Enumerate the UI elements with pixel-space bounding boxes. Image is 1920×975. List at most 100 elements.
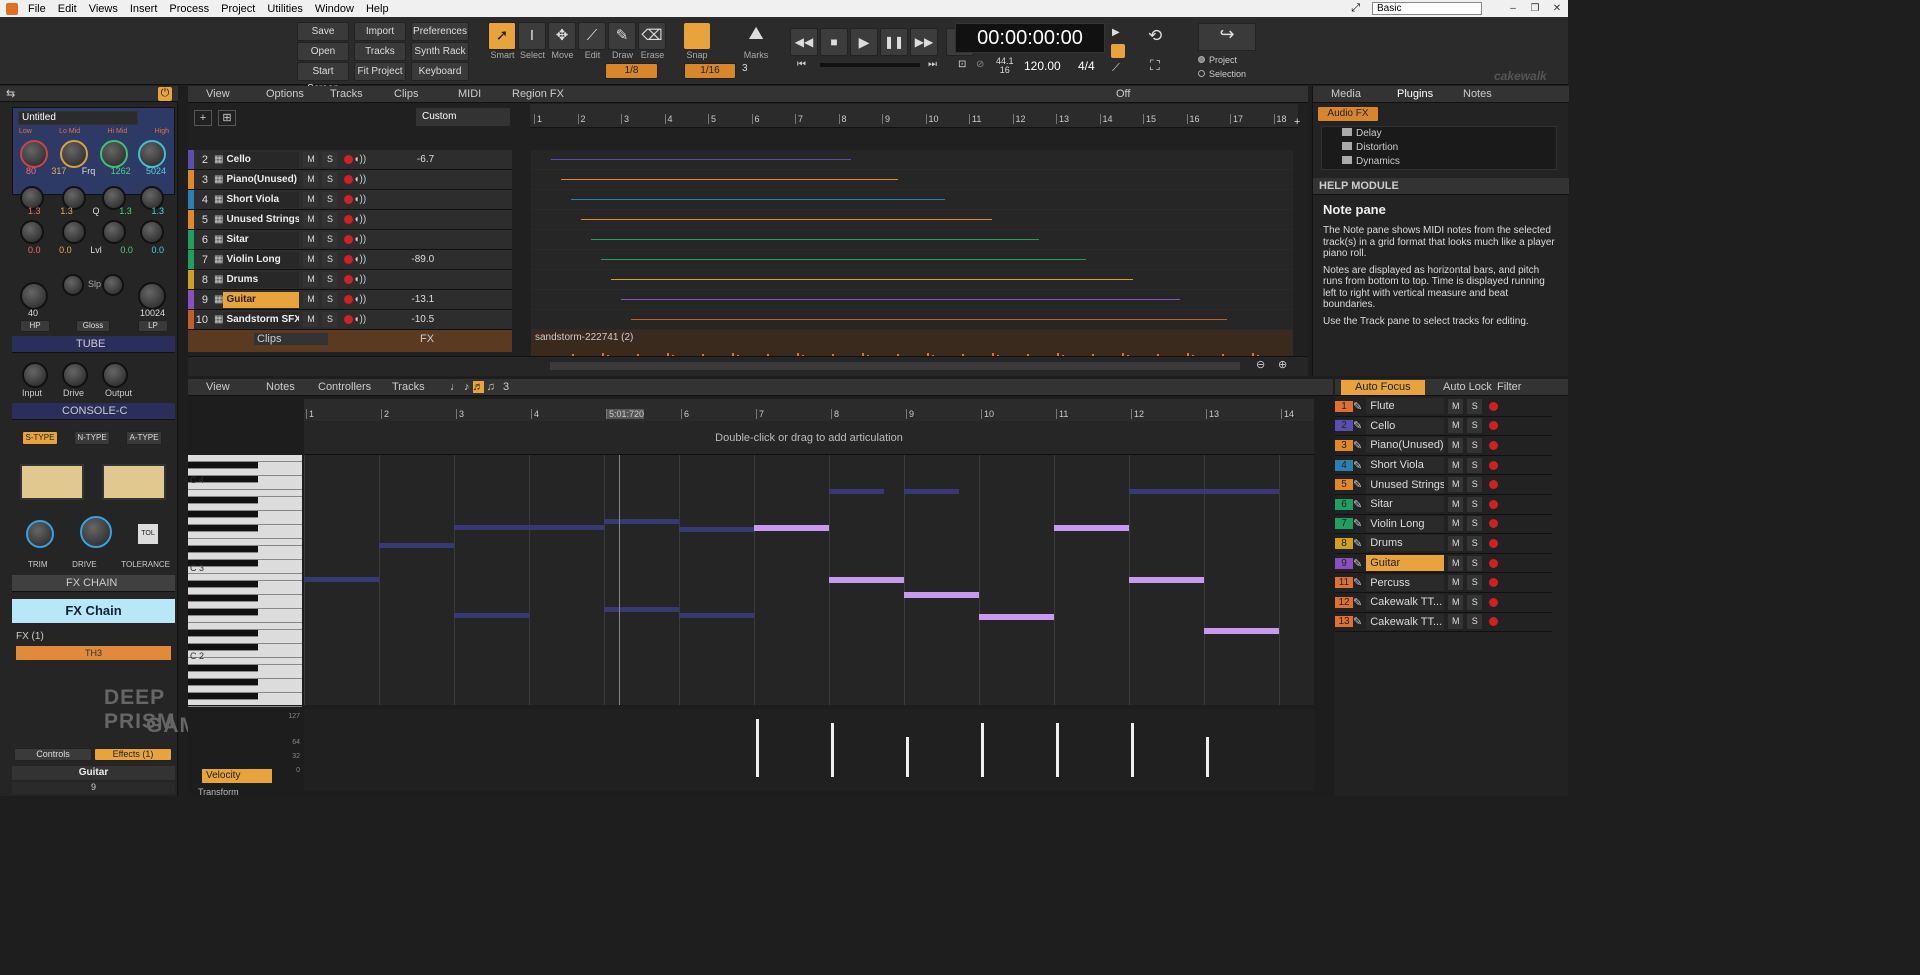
mute-button[interactable]: M	[303, 292, 319, 307]
pr-record-button[interactable]	[1489, 401, 1499, 411]
clip-lane[interactable]	[531, 270, 1293, 290]
track-name[interactable]: Sandstorm SFX	[223, 311, 300, 328]
meter-display[interactable]: 4/4	[1078, 59, 1095, 73]
pr-track-row[interactable]: 11 ✎ Percuss M S	[1335, 573, 1552, 593]
mute-button[interactable]: M	[303, 252, 319, 267]
tolerance-switch[interactable]: TOL	[138, 524, 158, 544]
menu-file[interactable]: File	[22, 3, 52, 15]
pr-controllers-menu[interactable]: Controllers	[318, 381, 392, 393]
piano-key[interactable]	[188, 602, 302, 609]
snap-grid-icon[interactable]	[684, 23, 710, 49]
piano-key[interactable]	[188, 665, 258, 672]
pr-track-name[interactable]: Sitar	[1366, 496, 1445, 513]
snap-value-2[interactable]: 1/16	[684, 63, 736, 79]
pr-record-button[interactable]	[1489, 480, 1499, 490]
piano-key[interactable]	[188, 581, 258, 588]
fx-button[interactable]: FX	[420, 333, 434, 345]
metronome-icon[interactable]: ⊡	[958, 59, 966, 70]
fast-forward-icon[interactable]: ▶▶	[910, 28, 938, 56]
snap-value-1[interactable]: 1/8	[605, 63, 658, 79]
select-icon[interactable]: I	[518, 22, 546, 50]
view-menu[interactable]: View	[206, 88, 266, 100]
track-name[interactable]: Piano(Unused)	[223, 171, 300, 188]
pr-notes-menu[interactable]: Notes	[266, 381, 318, 393]
piano-key[interactable]	[188, 462, 258, 469]
record-arm-button[interactable]	[344, 155, 354, 164]
piano-key[interactable]	[188, 490, 302, 497]
pr-track-name[interactable]: Short Viola	[1366, 457, 1445, 474]
close-icon[interactable]: ✕	[1546, 3, 1568, 14]
tube-header[interactable]: TUBE	[12, 336, 175, 353]
controls-tab[interactable]: Controls	[14, 748, 92, 761]
mute-button[interactable]: M	[303, 232, 319, 247]
bypass-icon[interactable]: ⊘	[976, 59, 984, 70]
clip-lane[interactable]	[531, 310, 1293, 330]
piano-keyboard[interactable]: C 4 C 3 C 2	[188, 455, 302, 707]
clip-lane[interactable]	[531, 250, 1293, 270]
pr-track-name[interactable]: Guitar	[1366, 555, 1445, 572]
pr-edit-icon[interactable]: ✎	[1353, 459, 1362, 472]
piano-ruler[interactable]: 1 2 3 4 5:01:720 6 7 8 9 10 11 12 13 14	[304, 399, 1314, 421]
piano-key[interactable]	[188, 469, 302, 476]
eq-low-knob[interactable]	[20, 140, 48, 168]
pr-edit-icon[interactable]: ✎	[1353, 596, 1362, 609]
piano-key[interactable]	[188, 651, 302, 658]
track-name[interactable]: Guitar	[223, 291, 300, 308]
solo-button[interactable]: S	[322, 152, 338, 167]
effects-tab[interactable]: Effects (1)	[94, 748, 172, 761]
piano-key[interactable]	[188, 539, 302, 546]
pr-track-name[interactable]: Cello	[1366, 417, 1445, 434]
piano-key[interactable]	[188, 637, 302, 644]
console-header[interactable]: CONSOLE-C	[12, 403, 175, 420]
menu-insert[interactable]: Insert	[124, 3, 164, 15]
pr-track-name[interactable]: Cakewalk TT...	[1366, 594, 1445, 611]
punch-icon[interactable]	[1111, 44, 1125, 58]
fxchain-header[interactable]: FX CHAIN	[12, 575, 175, 592]
pr-edit-icon[interactable]: ✎	[1353, 400, 1362, 413]
pr-mute-button[interactable]: M	[1448, 457, 1464, 473]
menu-process[interactable]: Process	[163, 3, 215, 15]
pr-record-button[interactable]	[1489, 421, 1499, 431]
pr-edit-icon[interactable]: ✎	[1353, 615, 1362, 628]
solo-button[interactable]: S	[322, 232, 338, 247]
tree-item[interactable]: Delay	[1328, 127, 1556, 141]
menu-project[interactable]: Project	[215, 3, 261, 15]
mute-button[interactable]: M	[303, 272, 319, 287]
pr-mute-button[interactable]: M	[1448, 496, 1464, 512]
midi-note[interactable]	[379, 543, 454, 548]
midi-note[interactable]	[904, 489, 959, 494]
pr-dotted-number[interactable]: 3	[503, 381, 509, 393]
velocity-bar[interactable]	[1206, 737, 1209, 777]
pr-record-button[interactable]	[1489, 597, 1499, 607]
midi-note[interactable]	[604, 607, 679, 612]
add-track-icon[interactable]: +	[194, 110, 212, 126]
pr-edit-icon[interactable]: ✎	[1353, 478, 1362, 491]
pointer-icon[interactable]: ➚	[488, 22, 516, 50]
record-arm-button[interactable]	[344, 315, 354, 324]
clip-lane[interactable]	[531, 170, 1293, 190]
piano-key[interactable]	[188, 518, 302, 525]
piano-key[interactable]	[188, 504, 302, 511]
synth-rack-button[interactable]: Synth Rack	[411, 42, 469, 61]
eq-high-knob[interactable]	[138, 140, 166, 168]
articulation-lane[interactable]: Double-click or drag to add articulation	[304, 421, 1314, 455]
custom-select[interactable]: Custom	[416, 108, 510, 126]
save-button[interactable]: Save	[297, 22, 349, 41]
pr-mute-button[interactable]: M	[1448, 594, 1464, 610]
pr-record-button[interactable]	[1489, 440, 1499, 450]
pr-mute-button[interactable]: M	[1448, 535, 1464, 551]
pr-track-row[interactable]: 4 ✎ Short Viola M S	[1335, 456, 1552, 476]
stop-icon[interactable]: ■	[820, 28, 848, 56]
midi-note[interactable]	[679, 527, 754, 532]
velocity-lane[interactable]	[304, 709, 1314, 791]
pr-mute-button[interactable]: M	[1448, 398, 1464, 414]
pr-mute-button[interactable]: M	[1448, 516, 1464, 532]
note-grid[interactable]	[304, 455, 1314, 705]
fit-project-button[interactable]: Fit Project	[354, 62, 406, 81]
pr-edit-icon[interactable]: ✎	[1353, 498, 1362, 511]
hp-button[interactable]: HP	[20, 320, 50, 332]
piano-key[interactable]	[188, 658, 302, 665]
piano-key[interactable]	[188, 616, 302, 623]
tree-item[interactable]: Dynamics	[1328, 155, 1556, 169]
velocity-bar[interactable]	[981, 723, 984, 777]
